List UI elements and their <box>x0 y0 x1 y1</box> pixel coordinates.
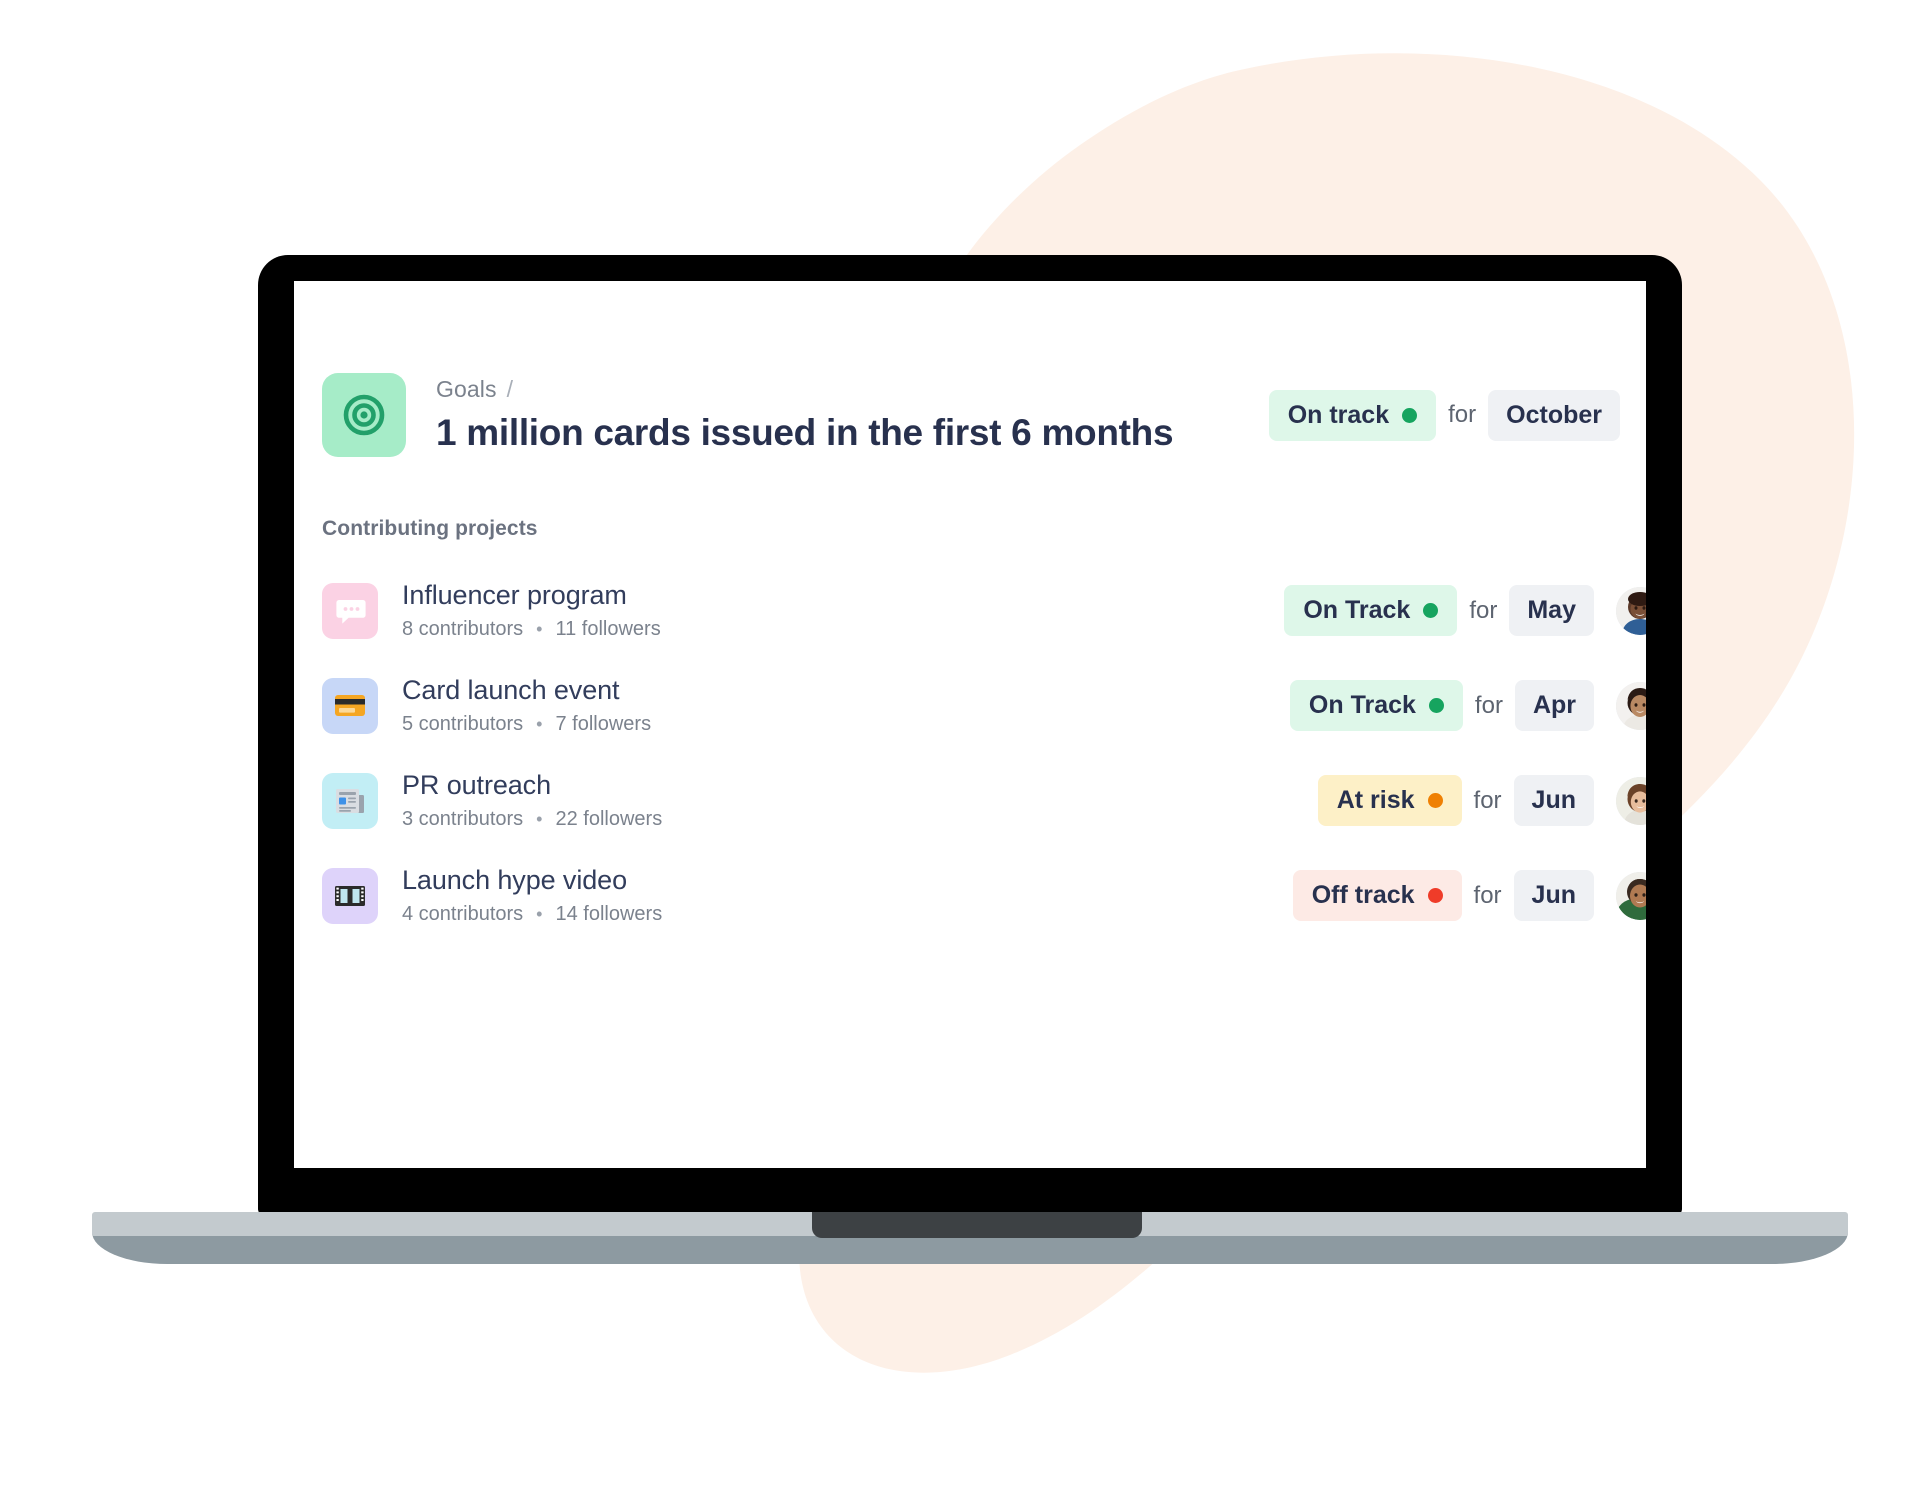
for-label: for <box>1469 596 1498 624</box>
project-name[interactable]: Launch hype video <box>402 865 1293 896</box>
laptop-screen: Goals / 1 million cards issued in the fi… <box>294 281 1646 1168</box>
breadcrumb-separator: / <box>506 376 514 402</box>
status-dot-icon <box>1427 888 1443 903</box>
month-badge[interactable]: October <box>1488 389 1620 441</box>
section-heading: Contributing projects <box>322 517 538 540</box>
followers-count: 7 followers <box>555 713 652 735</box>
project-text-block: Influencer program 8 contributors • 11 f… <box>402 580 1284 641</box>
project-name[interactable]: Card launch event <box>402 675 1290 706</box>
project-meta: 5 contributors • 7 followers <box>402 713 1290 736</box>
followers-count: 22 followers <box>555 808 663 830</box>
project-status-group: At risk for Jun <box>1317 775 1646 826</box>
project-text-block: Card launch event 5 contributors • 7 fol… <box>402 675 1290 736</box>
speech-bubble-icon <box>322 582 378 639</box>
for-label: for <box>1473 881 1502 909</box>
followers-count: 14 followers <box>555 903 663 925</box>
owner-avatar[interactable] <box>1616 776 1646 825</box>
for-label: for <box>1474 691 1503 719</box>
owner-avatar[interactable] <box>1616 681 1646 730</box>
status-badge[interactable]: Off track <box>1292 870 1462 921</box>
goal-header: Goals / 1 million cards issued in the fi… <box>294 281 1646 457</box>
status-badge[interactable]: At risk <box>1317 775 1462 826</box>
project-text-block: PR outreach 3 contributors • 22 follower… <box>402 770 1318 831</box>
status-dot-icon <box>1423 603 1439 618</box>
app-viewport: Goals / 1 million cards issued in the fi… <box>294 281 1646 1168</box>
contributors-count: 5 contributors <box>402 713 524 735</box>
project-row[interactable]: Card launch event 5 contributors • 7 fol… <box>294 658 1646 753</box>
contributors-count: 8 contributors <box>402 618 524 640</box>
project-meta: 8 contributors • 11 followers <box>402 618 1284 641</box>
breadcrumb-parent-link[interactable]: Goals <box>436 376 497 403</box>
owner-avatar[interactable] <box>1616 586 1646 635</box>
page-title: 1 million cards issued in the first 6 mo… <box>436 412 1174 453</box>
project-name[interactable]: PR outreach <box>402 770 1318 801</box>
project-row[interactable]: Launch hype video 4 contributors • 14 fo… <box>294 848 1646 943</box>
goal-title-block: Goals / 1 million cards issued in the fi… <box>436 376 1269 454</box>
meta-separator: • <box>536 809 543 829</box>
status-badge[interactable]: On Track <box>1284 585 1458 636</box>
status-dot-icon <box>1428 698 1444 713</box>
status-badge-label: At risk <box>1336 786 1415 814</box>
status-badge-label: Off track <box>1311 881 1415 909</box>
status-dot-icon <box>1402 407 1418 423</box>
film-strip-icon <box>322 867 378 924</box>
laptop-mockup: Goals / 1 million cards issued in the fi… <box>0 0 1920 1500</box>
newspaper-icon <box>322 772 378 829</box>
meta-separator: • <box>536 714 543 734</box>
meta-separator: • <box>536 619 543 639</box>
for-label: for <box>1473 786 1502 814</box>
contributors-count: 4 contributors <box>402 903 524 925</box>
project-status-group: Off track for Jun <box>1292 870 1646 921</box>
project-name[interactable]: Influencer program <box>402 580 1284 611</box>
credit-card-icon <box>322 677 378 734</box>
project-status-group: On Track for Apr <box>1289 680 1646 731</box>
month-badge[interactable]: May <box>1509 585 1594 636</box>
owner-avatar[interactable] <box>1616 871 1646 920</box>
status-badge-label: On track <box>1287 400 1390 429</box>
contributing-projects-list: Influencer program 8 contributors • 11 f… <box>294 563 1646 943</box>
project-row[interactable]: PR outreach 3 contributors • 22 follower… <box>294 753 1646 848</box>
breadcrumb: Goals / <box>436 376 1269 403</box>
status-badge[interactable]: On Track <box>1289 680 1463 731</box>
for-label: for <box>1448 401 1477 428</box>
status-badge[interactable]: On track <box>1268 389 1437 441</box>
month-badge[interactable]: Jun <box>1513 870 1594 921</box>
project-text-block: Launch hype video 4 contributors • 14 fo… <box>402 865 1293 926</box>
goal-target-icon <box>322 373 406 457</box>
status-dot-icon <box>1427 793 1443 808</box>
laptop-base-notch <box>812 1212 1142 1238</box>
project-row[interactable]: Influencer program 8 contributors • 11 f… <box>294 563 1646 658</box>
meta-separator: • <box>536 904 543 924</box>
project-status-group: On Track for May <box>1284 585 1646 636</box>
contributors-count: 3 contributors <box>402 808 524 830</box>
status-badge-label: On Track <box>1308 691 1416 719</box>
followers-count: 11 followers <box>555 618 661 640</box>
month-badge[interactable]: Jun <box>1513 775 1594 826</box>
goal-status-group: On track for October <box>1268 389 1646 441</box>
status-badge-label: On Track <box>1303 596 1411 624</box>
project-meta: 4 contributors • 14 followers <box>402 903 1293 926</box>
project-meta: 3 contributors • 22 followers <box>402 808 1318 831</box>
month-badge[interactable]: Apr <box>1514 680 1594 731</box>
